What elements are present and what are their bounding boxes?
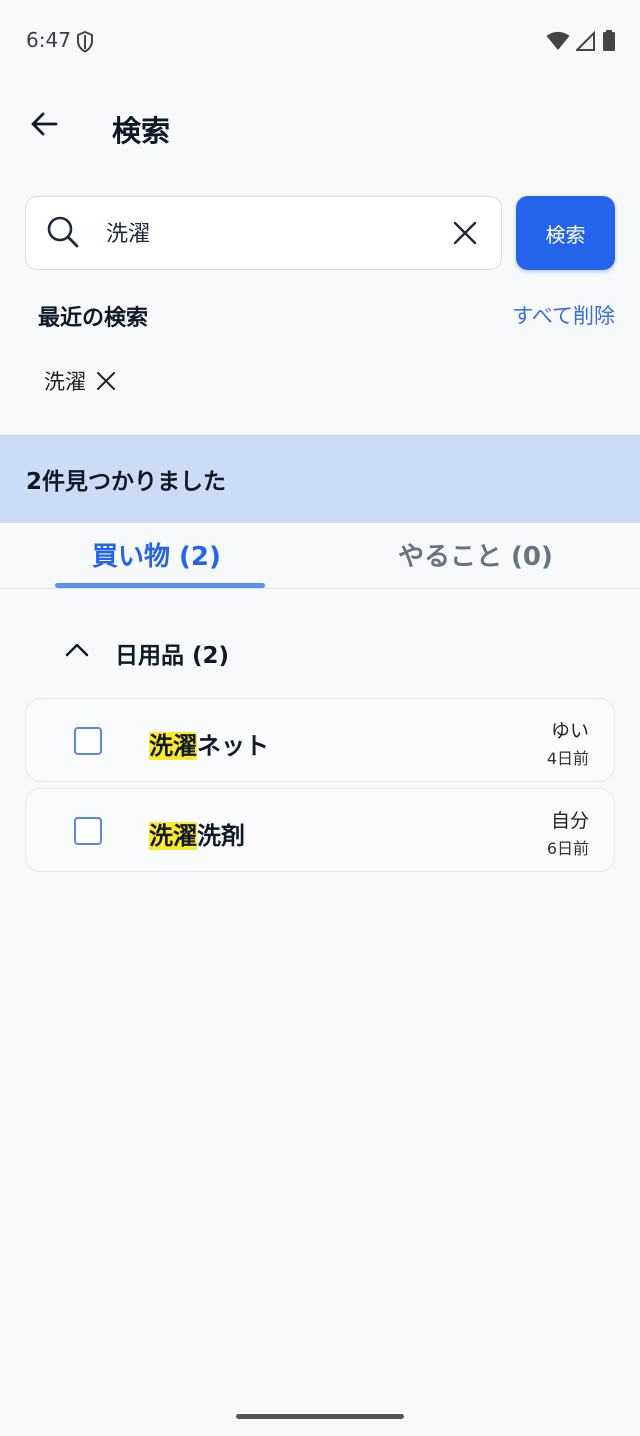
status-icons: [546, 30, 616, 56]
list-item[interactable]: [25, 698, 615, 782]
home-indicator[interactable]: [236, 1414, 404, 1419]
recent-search-chip[interactable]: 洗濯: [44, 366, 116, 396]
recent-search-label[interactable]: 洗濯: [44, 366, 86, 396]
recent-searches-heading: 最近の検索: [38, 306, 149, 331]
list-item[interactable]: [25, 788, 615, 872]
status-time: 6:47: [26, 28, 71, 52]
tab-shopping[interactable]: 買い物 (2): [92, 536, 221, 573]
arrow-left-icon: [30, 111, 58, 141]
search-input[interactable]: [106, 214, 426, 250]
item-name: 洗濯ネット: [149, 726, 269, 761]
battery-icon: [602, 30, 616, 56]
divider: [0, 588, 640, 589]
clear-search-button[interactable]: [452, 220, 478, 250]
item-checkbox[interactable]: [74, 727, 102, 755]
search-button[interactable]: 検索: [516, 196, 615, 270]
shield-icon: [76, 30, 94, 57]
chevron-up-icon[interactable]: [64, 640, 90, 662]
tab-todo[interactable]: やること (0): [398, 536, 553, 573]
item-owner: 自分: [550, 810, 589, 832]
item-time: 6日前: [546, 839, 589, 858]
wifi-icon: [546, 31, 570, 55]
page-title: 検索: [112, 114, 171, 148]
item-name-rest: 洗剤: [197, 822, 245, 850]
item-checkbox[interactable]: [74, 817, 102, 845]
cellular-icon: [574, 30, 596, 55]
search-icon: [46, 215, 80, 253]
item-time: 4日前: [546, 749, 589, 768]
item-owner: ゆい: [550, 720, 589, 742]
search-highlight: 洗濯: [149, 732, 197, 760]
close-icon: [452, 221, 478, 250]
clear-all-link[interactable]: すべて削除: [512, 300, 615, 330]
back-button[interactable]: [24, 106, 64, 146]
item-name-rest: ネット: [197, 732, 269, 760]
group-title[interactable]: 日用品 (2): [115, 636, 229, 670]
status-bar: 6:47: [0, 0, 640, 84]
search-highlight: 洗濯: [149, 822, 197, 850]
result-summary: 2件見つかりました: [26, 469, 227, 495]
item-name: 洗濯洗剤: [149, 816, 245, 851]
close-icon[interactable]: [96, 371, 116, 391]
